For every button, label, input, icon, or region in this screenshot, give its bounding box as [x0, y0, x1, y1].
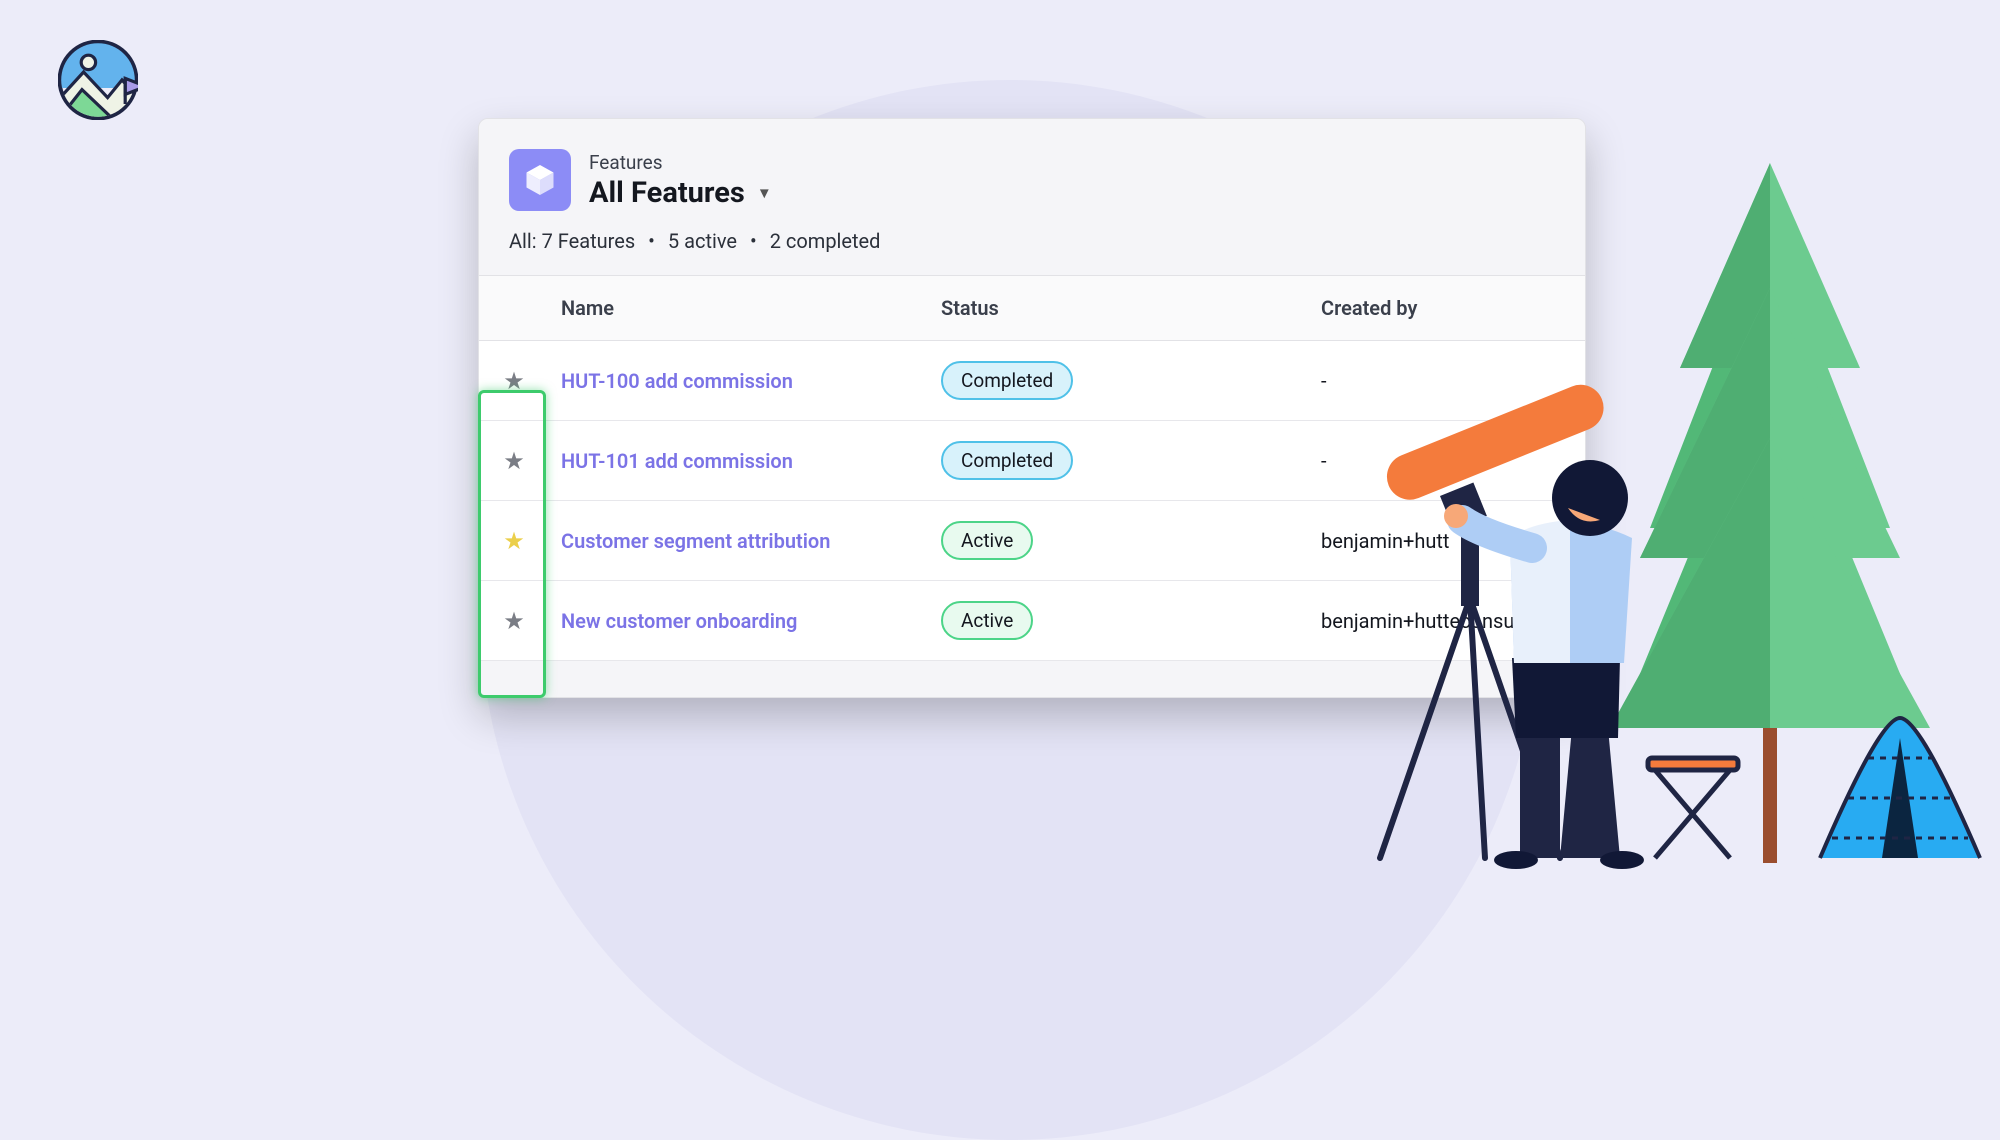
table-row: ★ HUT-100 add commission Completed -: [479, 341, 1585, 421]
feature-name-link[interactable]: HUT-100 add commission: [549, 349, 929, 413]
col-header-status[interactable]: Status: [929, 276, 1309, 340]
features-table: Name Status Created by ★ HUT-100 add comm…: [479, 275, 1585, 661]
favorite-star-toggle[interactable]: ★: [479, 349, 549, 413]
feature-name-link[interactable]: New customer onboarding: [549, 589, 929, 653]
created-by-cell: benjamin+hutt: [1309, 509, 1585, 573]
table-row: ★ HUT-101 add commission Completed -: [479, 421, 1585, 501]
created-by-cell: -: [1309, 349, 1585, 413]
star-icon: ★: [503, 449, 525, 473]
favorite-star-toggle[interactable]: ★: [479, 509, 549, 573]
star-icon: ★: [503, 529, 525, 553]
favorite-star-toggle[interactable]: ★: [479, 589, 549, 653]
status-cell: Completed: [929, 421, 1309, 500]
status-cell: Completed: [929, 341, 1309, 420]
table-header: Name Status Created by: [479, 276, 1585, 341]
features-cube-icon: [509, 149, 571, 211]
feature-name-link[interactable]: HUT-101 add commission: [549, 429, 929, 493]
status-cell: Active: [929, 581, 1309, 660]
feature-name-link[interactable]: Customer segment attribution: [549, 509, 929, 573]
chevron-down-icon: ▼: [757, 184, 772, 202]
page-title: All Features: [589, 176, 745, 210]
app-logo: [58, 40, 138, 120]
breadcrumb: Features: [589, 151, 772, 174]
stats-completed: 2 completed: [770, 229, 881, 253]
col-header-name[interactable]: Name: [549, 276, 929, 340]
created-by-cell: -: [1309, 429, 1585, 493]
col-header-created-by[interactable]: Created by: [1309, 276, 1585, 340]
features-panel: Features All Features ▼ All: 7 Features …: [478, 118, 1586, 698]
title-dropdown[interactable]: All Features ▼: [589, 176, 772, 210]
star-icon: ★: [503, 609, 525, 633]
status-badge: Completed: [941, 361, 1073, 400]
stats-all: All: 7 Features: [509, 229, 635, 253]
stats-active: 5 active: [668, 229, 737, 253]
status-badge: Active: [941, 601, 1033, 640]
status-badge: Active: [941, 521, 1033, 560]
favorite-star-toggle[interactable]: ★: [479, 429, 549, 493]
star-icon: ★: [503, 369, 525, 393]
status-badge: Completed: [941, 441, 1073, 480]
panel-header: Features All Features ▼ All: 7 Features …: [479, 119, 1585, 275]
table-row: ★ Customer segment attribution Active benja…: [479, 501, 1585, 581]
created-by-cell: benjamin+hutteconsu: [1309, 589, 1585, 653]
table-row: ★ New customer onboarding Active benjamin+h…: [479, 581, 1585, 661]
stats-bar: All: 7 Features • 5 active • 2 completed: [509, 229, 1555, 253]
status-cell: Active: [929, 501, 1309, 580]
